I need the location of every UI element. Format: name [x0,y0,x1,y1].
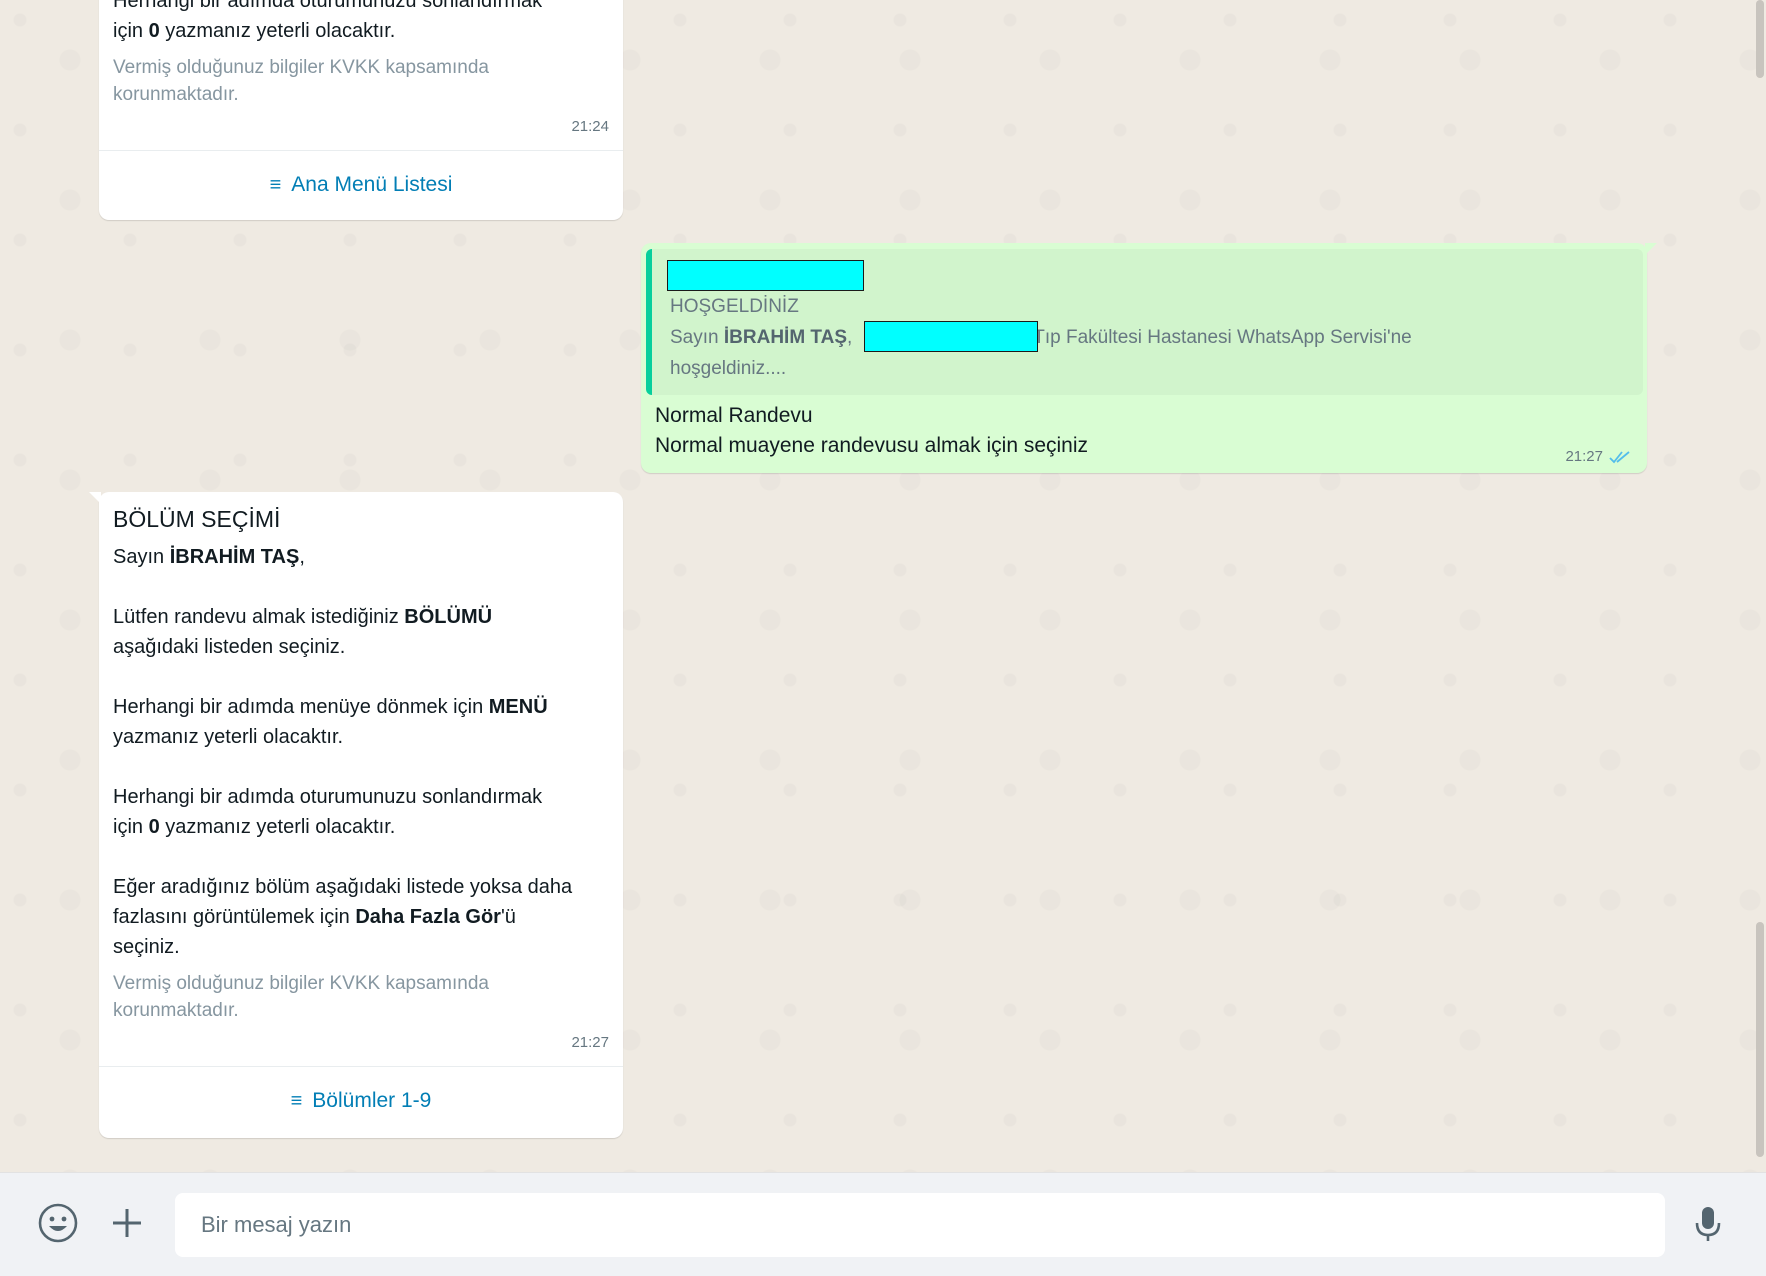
outgoing-message: HOŞGELDİNİZ Sayın İBRAHİM TAŞ, Tıp Fakül… [641,243,1657,473]
attach-button[interactable] [102,1198,152,1248]
emoji-icon [38,1203,78,1243]
redacted-block [864,321,1038,352]
message-time: 21:27 [1565,448,1603,465]
incoming-message-section-select: BÖLÜM SEÇİMİ Sayın İBRAHİM TAŞ, Lütfen r… [89,492,623,1138]
message-partial-line: Herhangi bir adımda oturumunuzu sonlandı… [113,0,543,12]
paragraph-see-more: Eğer aradığınız bölüm aşağıdaki listede … [113,876,573,958]
emoji-button[interactable] [33,1198,83,1248]
button-label: Bölümler 1-9 [312,1089,432,1112]
plus-icon [113,1209,141,1237]
list-icon: ≡ [290,1089,303,1112]
message-input[interactable] [175,1193,1665,1257]
button-label: Ana Menü Listesi [291,173,453,196]
message-line: için 0 yazmanız yeterli olacaktır. [113,20,396,42]
quote-line-3: hoşgeldiniz.... [670,358,787,379]
quote-line: Sayın İBRAHİM TAŞ, Tıp Fakültesi Hastane… [670,327,1412,348]
bubble-tail [1645,243,1657,255]
message-text: Normal Randevu Normal muayene randevusu … [655,404,1089,457]
message-time: 21:24 [571,118,609,135]
greeting: Sayın İBRAHİM TAŞ, [113,546,305,568]
paragraph-select-section: Lütfen randevu almak istediğiniz BÖLÜMÜ … [113,606,493,658]
message-time: 21:27 [571,1034,609,1051]
message-meta: 21:27 [1565,448,1631,465]
chat-scrollbar[interactable] [1754,0,1766,1172]
quote-title: HOŞGELDİNİZ [670,296,799,317]
main-menu-list-button[interactable]: ≡ Ana Menü Listesi [99,150,623,219]
kvkk-notice: Vermiş olduğunuz bilgiler KVKK kapsamınd… [113,973,489,1021]
list-icon: ≡ [269,173,282,196]
voice-button[interactable] [1683,1198,1733,1248]
kvkk-notice: Vermiş olduğunuz bilgiler KVKK kapsamınd… [113,57,489,105]
paragraph-end-session: Herhangi bir adımda oturumunuzu sonlandı… [113,786,543,838]
composer-bar [0,1172,1766,1276]
mic-icon [1695,1207,1721,1241]
redacted-block [667,260,864,291]
scrollbar-thumb[interactable] [1756,922,1764,1157]
quote-bar [646,249,652,395]
scrollbar-top [1756,0,1764,78]
double-check-icon [1609,450,1630,463]
incoming-message-main-menu: Herhangi bir adımda oturumunuzu sonlandı… [99,0,623,220]
chat-area: Herhangi bir adımda oturumunuzu sonlandı… [0,0,1766,1172]
sections-list-button[interactable]: ≡ Bölümler 1-9 [99,1066,623,1135]
message-title: BÖLÜM SEÇİMİ [113,506,281,532]
quoted-message[interactable]: HOŞGELDİNİZ Sayın İBRAHİM TAŞ, Tıp Fakül… [646,249,1643,395]
paragraph-menu: Herhangi bir adımda menüye dönmek için M… [113,696,548,748]
bubble-tail [89,492,101,504]
